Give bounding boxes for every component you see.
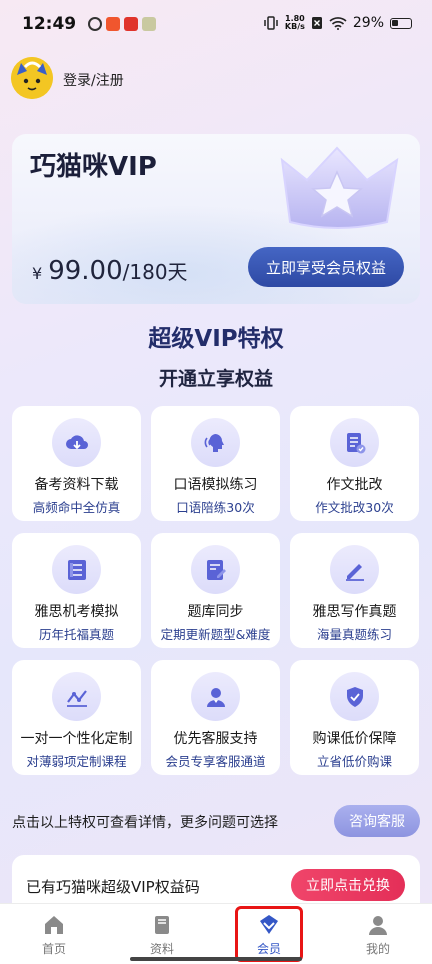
customer-service-icon <box>191 672 240 721</box>
privilege-sub-text: 高频命中全仿真 <box>32 500 121 515</box>
tab-label: 资料 <box>149 942 174 956</box>
price-period: /180天 <box>122 260 188 284</box>
status-right: 1.80 KB/s 29% <box>263 15 412 31</box>
privilege-title-text: 购课低价保障 <box>312 731 397 747</box>
pencil-icon <box>330 545 379 594</box>
book-icon <box>155 916 169 934</box>
tab-home[interactable]: 首页 <box>14 913 94 957</box>
privilege-sub-text: 历年托福真题 <box>38 627 114 642</box>
privilege-sub-text: 会员专享客服通道 <box>165 754 266 769</box>
home-indicator[interactable] <box>130 957 302 961</box>
status-time: 12:49 <box>22 14 77 34</box>
speaking-head-icon <box>191 418 240 467</box>
price-amount: 99.00 <box>48 256 123 286</box>
privilege-tile[interactable]: 题库同步 定期更新题型&难度 <box>151 533 280 648</box>
privilege-tile[interactable]: 雅思写作真题 海量真题练习 <box>290 533 419 648</box>
privilege-tile[interactable]: 优先客服支持 会员专享客服通道 <box>151 660 280 775</box>
privilege-tile[interactable]: 作文批改 作文批改30次 <box>290 406 419 521</box>
battery-icon <box>390 17 412 29</box>
privilege-tile[interactable]: 购课低价保障 立省低价购课 <box>290 660 419 775</box>
vibrate-icon <box>264 16 278 30</box>
login-register-link[interactable]: 登录/注册 <box>63 70 124 90</box>
privilege-title-text: 优先客服支持 <box>173 731 258 747</box>
privilege-sub-text: 定期更新题型&难度 <box>160 627 271 642</box>
tab-materials[interactable]: 资料 <box>122 913 202 957</box>
privilege-title-text: 雅思机考模拟 <box>34 604 119 620</box>
chart-line-icon <box>52 672 101 721</box>
notification-app-icon <box>142 17 156 31</box>
privilege-sub-text: 口语陪练30次 <box>176 500 255 515</box>
vip-price: ¥ 99.00 /180天 <box>32 256 188 286</box>
exam-list-icon <box>52 545 101 594</box>
privilege-sub-text: 作文批改30次 <box>315 500 394 515</box>
vip-title: 巧猫咪VIP <box>30 152 157 182</box>
download-cloud-icon <box>52 418 101 467</box>
vip-code-text: 已有巧猫咪超级VIP权益码 <box>26 878 200 896</box>
privilege-title-text: 题库同步 <box>187 604 244 620</box>
wifi-icon <box>329 17 347 30</box>
tab-mine[interactable]: 我的 <box>338 913 418 957</box>
enjoy-vip-button[interactable]: 立即享受会员权益 <box>248 247 404 287</box>
privilege-title: 超级VIP特权 <box>148 326 284 352</box>
tab-label: 我的 <box>365 942 390 956</box>
bottom-tab-bar: 首页 资料 会员 我的 <box>0 903 432 964</box>
privilege-title-text: 作文批改 <box>326 477 383 493</box>
user-icon <box>369 916 387 935</box>
privilege-tile[interactable]: 口语模拟练习 口语陪练30次 <box>151 406 280 521</box>
privilege-tile[interactable]: 备考资料下载 高频命中全仿真 <box>12 406 141 521</box>
status-notification-icons <box>88 17 156 31</box>
privilege-tile[interactable]: 一对一个性化定制 对薄弱项定制课程 <box>12 660 141 775</box>
privilege-title-text: 雅思写作真题 <box>312 604 397 620</box>
hint-text: 点击以上特权可查看详情，更多问题可选择 <box>12 815 278 831</box>
notification-app-icon <box>124 17 138 31</box>
privilege-title-text: 一对一个性化定制 <box>20 731 133 747</box>
avatar[interactable] <box>11 57 53 99</box>
notification-app-icon <box>106 17 120 31</box>
notification-app-icon <box>88 17 102 31</box>
currency-symbol: ¥ <box>32 264 43 283</box>
no-sim-icon <box>311 17 322 29</box>
privilege-sub-text: 海量真题练习 <box>316 627 392 642</box>
edit-document-icon <box>191 545 240 594</box>
highlight-annotation <box>235 906 303 962</box>
crown-star-icon <box>280 146 399 229</box>
status-bar: 12:49 1.80 KB/s 29% <box>0 0 432 50</box>
tab-label: 首页 <box>41 942 66 956</box>
network-speed-unit: KB/s <box>284 22 305 31</box>
privilege-sub-text: 对薄弱项定制课程 <box>26 754 127 769</box>
document-check-icon <box>330 418 379 467</box>
cat-avatar-icon <box>11 57 53 99</box>
privilege-sub-text: 立省低价购课 <box>316 754 392 769</box>
vip-card: 巧猫咪VIP ¥ 99.00 /180天 立即享受会员权益 <box>12 134 420 304</box>
battery-percent: 29% <box>352 15 384 31</box>
consult-service-button[interactable]: 咨询客服 <box>334 805 420 837</box>
privilege-tile[interactable]: 雅思机考模拟 历年托福真题 <box>12 533 141 648</box>
privilege-title-text: 口语模拟练习 <box>173 477 258 493</box>
home-icon <box>45 916 63 934</box>
privilege-title-text: 备考资料下载 <box>34 477 119 493</box>
redeem-button[interactable]: 立即点击兑换 <box>291 869 405 901</box>
privilege-subtitle: 开通立享权益 <box>158 368 273 390</box>
network-speed: 1.80 KB/s <box>285 15 305 31</box>
shield-check-icon <box>330 672 379 721</box>
privilege-grid: 备考资料下载 高频命中全仿真 口语模拟练习 口语陪练30次 作文批改 作文批改3… <box>12 406 420 775</box>
